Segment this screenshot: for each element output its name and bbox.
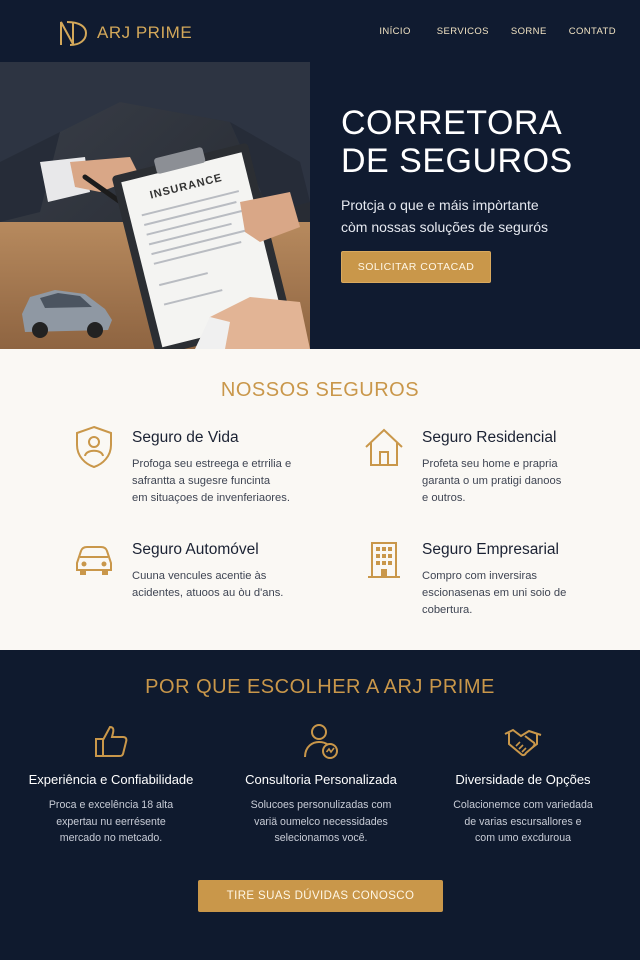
service-body: Seguro de Vida Profoga seu estreega e et…	[132, 429, 322, 507]
services-section: NOSSOS SEGUROS Seguro de Vida Profoga se…	[0, 349, 640, 650]
request-quote-button[interactable]: SOLICITAR COTACAD	[341, 251, 491, 283]
hero-text: CORRETORA DE SEGUROS Protcja o que e mái…	[341, 104, 621, 238]
why-title: POR QUE ESCOLHER A ARJ PRIME	[145, 676, 495, 698]
service-body: Seguro Empresarial Compro com inversiras…	[422, 541, 612, 619]
feature-desc: Proca e excelência 18 alta expertau nu e…	[48, 799, 174, 844]
nav-item-contato[interactable]: CONTATD	[569, 26, 616, 37]
service-name: Seguro de Vida	[132, 429, 239, 446]
service-name: Seguro Empresarial	[422, 541, 559, 558]
feature-diversidade: Diversidade de Opções Colacionemce com v…	[428, 722, 618, 847]
feature-desc: Solucoes personulizadas com variä oumelc…	[250, 799, 392, 844]
nav-item-sobre[interactable]: SORNE	[511, 26, 547, 37]
feature-consultoria: Consultoria Personalizada Solucoes perso…	[226, 722, 416, 847]
service-name: Seguro Residencial	[422, 429, 557, 446]
site-header: ARJ PRIME INÍCIO SERVICOS SORNE CONTATD	[0, 0, 640, 62]
feature-name: Consultoria Personalizada	[245, 772, 397, 787]
feature-name: Diversidade de Opções	[455, 772, 591, 787]
nav-item-inicio[interactable]: INÍCIO	[379, 26, 410, 37]
why-section: POR QUE ESCOLHER A ARJ PRIME Experiência…	[0, 650, 640, 960]
service-name: Seguro Automóvel	[132, 541, 259, 558]
services-title: NOSSOS SEGUROS	[220, 379, 420, 401]
house-icon	[365, 428, 403, 466]
hero-section: INSURANCE CORRETORA DE SEGUROS Protcja o…	[0, 62, 640, 349]
logo-mark-icon	[60, 21, 88, 46]
consultant-icon	[304, 724, 338, 759]
feature-name: Experiência e Confiabilidade	[28, 772, 194, 787]
hero-subtitle: Protcja o que e máis impòrtante còm noss…	[341, 197, 548, 235]
building-icon	[368, 542, 400, 578]
service-desc: Cuuna vencules acentie às acidentes, atu…	[132, 570, 284, 599]
feature-experiencia: Experiência e Confiabilidade Proca e exc…	[16, 722, 206, 847]
handshake-icon	[504, 728, 542, 757]
thumbs-up-icon	[95, 725, 128, 757]
service-desc: Compro com inversiras escionasenas em un…	[422, 570, 567, 616]
feature-desc: Colacionemce com variedada de varias esc…	[453, 799, 593, 844]
hero-photo: INSURANCE	[0, 62, 310, 349]
insurance-signing-illustration: INSURANCE	[0, 62, 310, 349]
contact-us-button[interactable]: TIRE SUAS DÚVIDAS CONOSCO	[198, 880, 443, 912]
hero-title: CORRETORA DE SEGUROS	[341, 104, 573, 180]
service-desc: Profeta seu home e prapria garanta o um …	[422, 458, 562, 504]
service-body: Seguro Automóvel Cuuna vencules acentie …	[132, 541, 322, 602]
car-icon	[76, 546, 112, 575]
service-body: Seguro Residencial Profeta seu home e pr…	[422, 429, 612, 507]
shield-person-icon	[76, 425, 112, 469]
brand-name: ARJ PRIME	[97, 23, 193, 42]
service-desc: Profoga seu estreega e etrrilia e safran…	[132, 458, 292, 504]
nav-item-servicos[interactable]: SERVICOS	[437, 26, 489, 37]
brand[interactable]: ARJ PRIME	[58, 18, 192, 48]
main-nav: INÍCIO SERVICOS SORNE CONTATD	[379, 26, 616, 37]
